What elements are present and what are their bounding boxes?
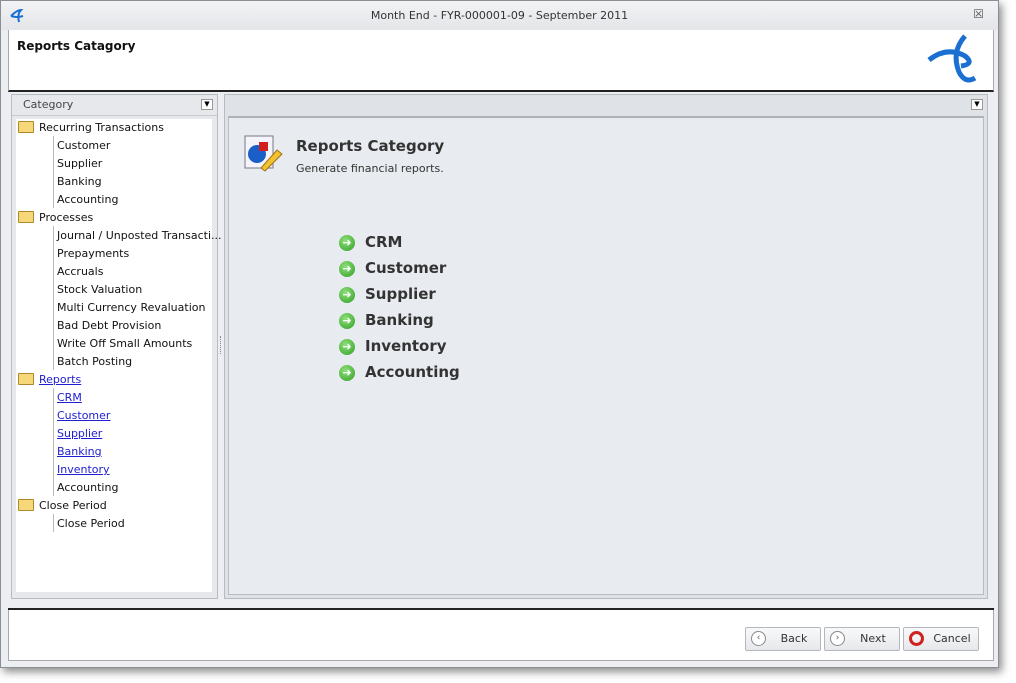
tree-folder-label: Recurring Transactions <box>39 121 164 134</box>
panel-dropdown-button[interactable]: ▼ <box>201 99 213 110</box>
chevron-right-icon: › <box>830 631 845 646</box>
report-icon <box>244 135 283 172</box>
tree-item[interactable]: Batch Posting <box>57 353 132 371</box>
tree-item[interactable]: Customer <box>57 137 110 155</box>
tree-item[interactable]: Customer <box>57 407 110 425</box>
cancel-icon <box>909 631 924 646</box>
tree-line <box>53 226 54 370</box>
tree-folder[interactable]: Reports <box>18 371 81 389</box>
folder-icon <box>18 499 34 511</box>
footer: ‹ Back › Next Cancel <box>8 610 994 661</box>
tree-item[interactable]: Prepayments <box>57 245 129 263</box>
arrow-right-icon: ➜ <box>339 261 355 277</box>
category-panel: Category ▼ Recurring Transactions Custome… <box>11 94 221 599</box>
page-title: Reports Catagory <box>17 39 136 53</box>
cancel-button[interactable]: Cancel <box>903 627 979 651</box>
report-category-link[interactable]: ➜ Accounting <box>339 362 460 382</box>
tree-item[interactable]: Close Period <box>57 515 125 533</box>
category-panel-title: Category <box>12 95 217 116</box>
tree-item[interactable]: Multi Currency Revaluation <box>57 299 205 317</box>
title-bar: Month End - FYR-000001-09 - September 20… <box>1 1 998 30</box>
content-subtitle: Generate financial reports. <box>296 162 444 175</box>
header: Reports Catagory <box>8 30 994 92</box>
panel-splitter[interactable] <box>220 336 223 354</box>
chevron-left-icon: ‹ <box>751 631 766 646</box>
tree-item[interactable]: Banking <box>57 443 102 461</box>
report-category-label: Customer <box>365 259 447 277</box>
category-tree: Recurring Transactions Customer Supplier Ba… <box>16 119 221 592</box>
report-category-link[interactable]: ➜ Banking <box>339 310 434 330</box>
tree-item[interactable]: Supplier <box>57 155 102 173</box>
report-category-label: CRM <box>365 233 403 251</box>
report-category-label: Accounting <box>365 363 460 381</box>
content-title: Reports Category <box>296 137 445 155</box>
window-title: Month End - FYR-000001-09 - September 20… <box>370 9 629 22</box>
tree-item[interactable]: CRM <box>57 389 82 407</box>
tree-line <box>53 514 54 532</box>
arrow-right-icon: ➜ <box>339 313 355 329</box>
window: Month End - FYR-000001-09 - September 20… <box>0 0 999 668</box>
folder-icon <box>18 121 34 133</box>
tree-folder-label: Reports <box>39 373 82 386</box>
tree-folder-label: Close Period <box>39 499 107 512</box>
arrow-right-icon: ➜ <box>339 287 355 303</box>
report-category-label: Inventory <box>365 337 447 355</box>
tree-line <box>53 136 54 208</box>
arrow-right-icon: ➜ <box>339 339 355 355</box>
close-button[interactable]: ☒ <box>973 7 984 21</box>
report-category-link[interactable]: ➜ Inventory <box>339 336 447 356</box>
tree-item[interactable]: Accounting <box>57 479 118 497</box>
tree-folder[interactable]: Close Period <box>18 497 107 515</box>
arrow-right-icon: ➜ <box>339 365 355 381</box>
tree-folder-label: Processes <box>39 211 94 224</box>
tree-folder[interactable]: Recurring Transactions <box>18 119 164 137</box>
report-category-link[interactable]: ➜ Supplier <box>339 284 436 304</box>
tree-item[interactable]: Accounting <box>57 191 118 209</box>
tree-item[interactable]: Inventory <box>57 461 110 479</box>
tree-item[interactable]: Journal / Unposted Transacti... <box>57 227 221 245</box>
back-button[interactable]: ‹ Back <box>745 627 821 651</box>
folder-icon <box>18 373 34 385</box>
tree-item[interactable]: Bad Debt Provision <box>57 317 161 335</box>
tree-item[interactable]: Write Off Small Amounts <box>57 335 192 353</box>
tree-item[interactable]: Accruals <box>57 263 103 281</box>
report-category-link[interactable]: ➜ Customer <box>339 258 446 278</box>
content-dropdown-button[interactable]: ▼ <box>971 99 983 110</box>
tree-line <box>53 388 54 496</box>
tree-folder[interactable]: Processes <box>18 209 93 227</box>
tree-item[interactable]: Stock Valuation <box>57 281 142 299</box>
report-category-link[interactable]: ➜ CRM <box>339 232 403 252</box>
folder-icon <box>18 211 34 223</box>
content-area: Reports Category Generate financial repo… <box>228 116 984 595</box>
brand-logo-icon <box>927 34 977 83</box>
arrow-right-icon: ➜ <box>339 235 355 251</box>
content-panel: ▼ Reports Category Generate financial re… <box>224 94 988 599</box>
tree-item[interactable]: Banking <box>57 173 102 191</box>
next-button[interactable]: › Next <box>824 627 900 651</box>
tree-item[interactable]: Supplier <box>57 425 102 443</box>
report-category-label: Supplier <box>365 285 436 303</box>
report-category-label: Banking <box>365 311 434 329</box>
